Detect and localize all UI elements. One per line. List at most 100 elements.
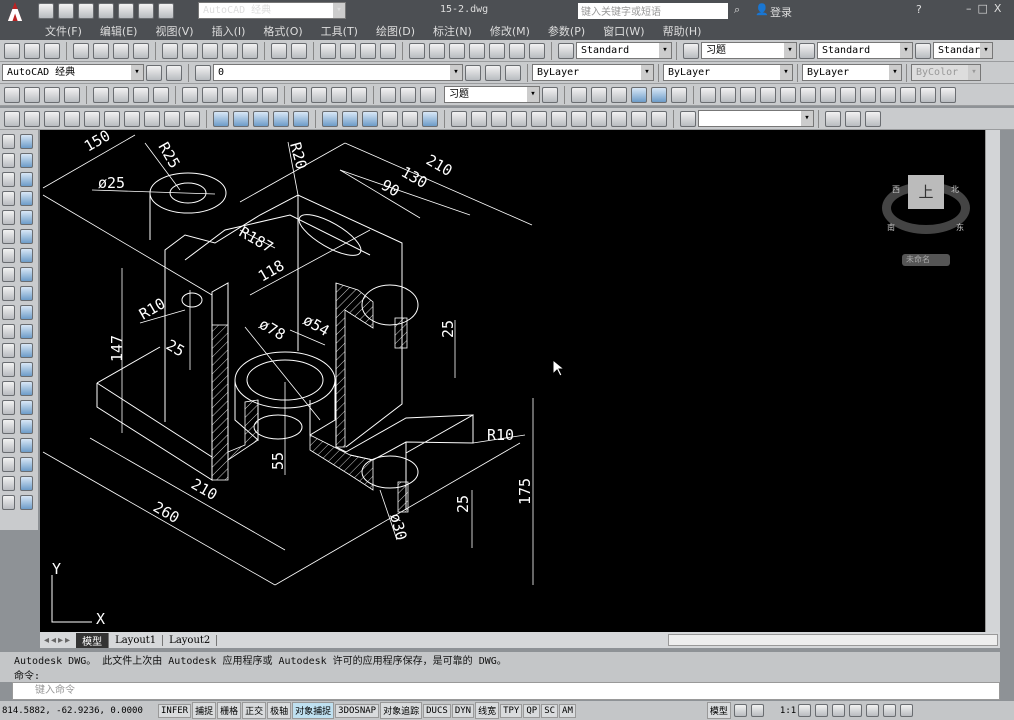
circle-icon[interactable] [2,248,15,263]
presspull-icon[interactable] [233,110,249,127]
extrude-icon[interactable] [213,110,229,127]
sweep-icon[interactable] [253,110,269,127]
continue-icon[interactable] [222,86,238,103]
3dmove-icon[interactable] [382,110,398,127]
save-icon[interactable] [44,42,60,59]
menu-edit[interactable]: 编辑(E) [91,21,147,40]
ucs-y-icon[interactable] [900,86,916,103]
polygon-icon[interactable] [2,191,15,206]
viewcube-top-face[interactable]: 上 [908,175,944,209]
linetype-dropdown[interactable]: ByLayer [663,64,793,81]
view-right-icon[interactable] [511,110,527,127]
ucs-world-icon[interactable] [720,86,736,103]
pan-icon[interactable] [320,42,336,59]
workspace-settings-icon[interactable] [146,64,162,81]
view-top-icon[interactable] [451,110,467,127]
ellipse-icon[interactable] [2,305,15,320]
zoom-previous-icon[interactable] [380,42,396,59]
color-dropdown[interactable]: ByLayer [532,64,654,81]
dim-update-icon[interactable] [420,86,436,103]
new-icon[interactable] [4,42,20,59]
layer-dropdown[interactable]: 0 [213,64,463,81]
hardware-acceleration-icon[interactable] [866,704,880,717]
zoom-realtime-icon[interactable] [340,42,356,59]
ucs-icon[interactable] [700,86,716,103]
tool-palettes-icon[interactable] [449,42,465,59]
menu-modify[interactable]: 修改(M) [481,21,539,40]
open-icon[interactable] [24,42,40,59]
dim-style-dropdown[interactable]: 习题 [701,42,797,59]
workspace-dropdown[interactable]: AutoCAD 经典 [2,64,144,81]
undo-icon[interactable] [271,42,287,59]
toggle-lwt[interactable]: 线宽 [475,702,500,719]
box-icon[interactable] [24,110,40,127]
ucs-x-icon[interactable] [880,86,896,103]
ucs-z-icon[interactable] [920,86,936,103]
join-icon[interactable] [20,381,33,396]
insert-block-icon[interactable] [2,343,15,358]
copy-icon[interactable] [182,42,198,59]
cone-icon[interactable] [64,110,80,127]
mleader-style-dropdown[interactable]: Standar [933,42,993,59]
wcs-menu[interactable]: 未命名 [902,254,950,266]
menu-parametric[interactable]: 参数(P) [539,21,594,40]
ucs-apply-icon[interactable] [940,86,956,103]
ucs-previous-icon[interactable] [740,86,756,103]
menu-dimension[interactable]: 标注(N) [424,21,481,40]
save-icon[interactable] [78,3,94,19]
line-icon[interactable] [2,134,15,149]
union-icon[interactable] [322,110,338,127]
orbit-icon[interactable] [825,110,841,127]
arc-length-icon[interactable] [44,86,60,103]
redo-icon[interactable] [291,42,307,59]
jogged-linear-icon[interactable] [351,86,367,103]
dim-style-icon[interactable] [683,42,699,59]
ucs-zaxis-icon[interactable] [840,86,856,103]
intersect-icon[interactable] [362,110,378,127]
calculator-icon[interactable] [509,42,525,59]
chamfer-icon[interactable] [20,400,33,415]
visual-style-icon[interactable] [571,86,587,103]
cylinder-icon[interactable] [104,110,120,127]
ellipse-arc-icon[interactable] [2,324,15,339]
edit-polyline-icon[interactable] [20,476,33,491]
toggle-grid[interactable]: 栅格 [217,702,242,719]
toggle-ortho[interactable]: 正交 [242,702,267,719]
lineweight-dropdown[interactable]: ByLayer [802,64,902,81]
camera-icon[interactable] [651,110,667,127]
continuous-orbit-icon[interactable] [865,110,881,127]
tab-model[interactable]: 模型 [76,632,110,648]
hidden-icon[interactable] [591,86,607,103]
undo-icon[interactable] [138,3,154,19]
realistic-icon[interactable] [611,86,627,103]
model-space-button[interactable]: 模型 [706,702,731,719]
dim-break-icon[interactable] [262,86,278,103]
tolerance-icon[interactable] [291,86,307,103]
menu-insert[interactable]: 插入(I) [203,21,255,40]
auto-scale-icon[interactable] [815,704,829,717]
explode-icon[interactable] [20,457,33,472]
named-views-dropdown[interactable] [698,110,814,127]
rectangle-icon[interactable] [2,210,15,225]
se-iso-icon[interactable] [591,110,607,127]
horizontal-scrollbar[interactable] [668,634,998,646]
point-icon[interactable] [2,381,15,396]
rotate-icon[interactable] [20,248,33,263]
ucs-object-icon[interactable] [780,86,796,103]
view-front-icon[interactable] [531,110,547,127]
layer-previous-icon[interactable] [485,64,501,81]
polyline-icon[interactable] [2,172,15,187]
array-icon[interactable] [20,210,33,225]
construction-line-icon[interactable] [2,153,15,168]
loft-icon[interactable] [293,110,309,127]
menu-file[interactable]: 文件(F) [36,21,91,40]
viewcube-west[interactable]: 西 [892,184,900,195]
search-input[interactable]: 键入关键字或短语 [578,3,728,19]
markup-icon[interactable] [489,42,505,59]
planar-surface-icon[interactable] [184,110,200,127]
menu-help[interactable]: 帮助(H) [654,21,711,40]
scale-icon[interactable] [20,267,33,282]
lock-icon[interactable] [849,704,863,717]
isolate-objects-icon[interactable] [883,704,897,717]
workspace-dropdown[interactable]: AutoCAD 经典 [198,2,346,19]
